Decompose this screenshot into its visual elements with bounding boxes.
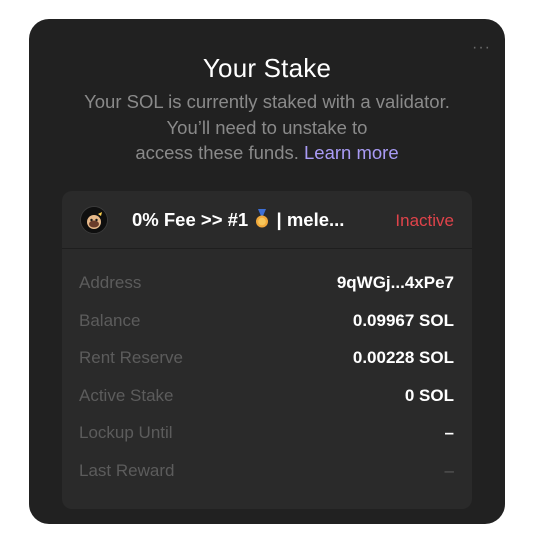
medal-icon — [255, 209, 269, 229]
detail-value: – — [444, 423, 454, 442]
stake-card: Your Stake ··· Your SOL is currently sta… — [29, 19, 505, 524]
validator-avatar-icon — [80, 206, 108, 234]
validator-name-prefix: 0% Fee >> #1 — [132, 209, 249, 230]
validator-name: 0% Fee >> #1 | mele... — [132, 209, 344, 231]
learn-more-link[interactable]: Learn more — [304, 142, 399, 163]
detail-label: Lockup Until — [79, 423, 173, 442]
description-line-1: Your SOL is currently staked with a vali… — [84, 91, 450, 112]
detail-label: Active Stake — [79, 385, 174, 405]
detail-label: Last Reward — [79, 460, 175, 480]
detail-row-address: Address 9qWGj...4xPe7 — [62, 267, 472, 305]
validator-name-suffix: | mele... — [276, 209, 345, 230]
description-line-3: access these funds. Learn more — [47, 140, 487, 166]
detail-value: 0.09967 SOL — [352, 310, 454, 330]
detail-label: Balance — [79, 310, 141, 330]
status-badge: Inactive — [395, 211, 454, 230]
detail-row-last-reward: Last Reward – — [62, 455, 472, 493]
description-line-3-text: access these funds. — [135, 142, 299, 163]
details-list: Address 9qWGj...4xPe7 Balance 0.09967 SO… — [62, 267, 472, 492]
description-line-2: You’ll need to unstake to — [166, 116, 368, 138]
detail-value: – — [444, 460, 454, 480]
detail-value: 0 SOL — [404, 385, 454, 405]
detail-label: Address — [79, 273, 142, 292]
detail-value: 0.00228 SOL — [352, 348, 454, 367]
detail-row-rent-reserve: Rent Reserve 0.00228 SOL — [62, 342, 472, 380]
more-options-icon[interactable]: ··· — [472, 39, 491, 57]
detail-value[interactable]: 9qWGj...4xPe7 — [337, 273, 454, 293]
validator-row[interactable]: 0% Fee >> #1 | mele... Inactive — [62, 191, 472, 249]
detail-label: Rent Reserve — [79, 348, 183, 367]
page-title: Your Stake — [202, 53, 332, 83]
detail-row-balance: Balance 0.09967 SOL — [62, 305, 472, 343]
stake-description: Your SOL is currently staked with a vali… — [47, 89, 487, 166]
detail-row-active-stake: Active Stake 0 SOL — [62, 380, 472, 418]
detail-row-lockup-until: Lockup Until – — [62, 417, 472, 455]
stake-details-panel: 0% Fee >> #1 | mele... Inactive Address … — [62, 191, 472, 509]
